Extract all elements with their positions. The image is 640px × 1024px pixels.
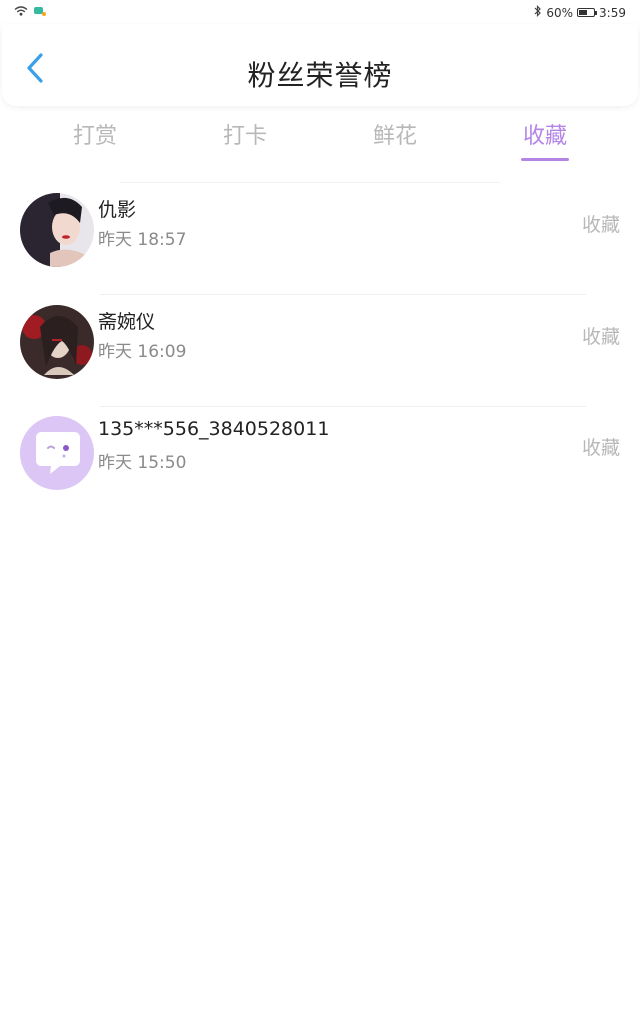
list-item[interactable]: 斋婉仪 昨天 16:09 收藏 [0, 295, 640, 407]
page-title: 粉丝荣誉榜 [247, 59, 393, 92]
status-left [14, 5, 46, 19]
status-time: 3:59 [599, 5, 626, 20]
status-bar: 60% 3:59 [0, 0, 640, 24]
status-right: 60% 3:59 [534, 5, 626, 20]
user-name: 斋婉仪 [98, 311, 156, 333]
wifi-icon [14, 5, 28, 19]
fan-honor-screen: 60% 3:59 粉丝荣誉榜 打赏 打卡 鲜花 收藏 仇影 昨天 18:57 收… [0, 0, 640, 1024]
battery-level-fill [579, 10, 588, 15]
action-label: 收藏 [581, 326, 620, 348]
notification-icon [34, 5, 46, 19]
avatar [20, 305, 94, 379]
action-label: 收藏 [581, 437, 620, 459]
user-name: 仇影 [98, 199, 137, 221]
timestamp: 昨天 15:50 [98, 453, 187, 473]
timestamp: 昨天 16:09 [98, 342, 187, 362]
battery-icon [577, 8, 598, 17]
tab-reward[interactable]: 打赏 [50, 118, 140, 166]
tab-label: 鲜花 [372, 124, 417, 149]
header: 粉丝荣誉榜 [2, 24, 638, 106]
timestamp: 昨天 18:57 [98, 230, 187, 250]
battery-percent: 60% [546, 5, 574, 20]
tab-label: 打卡 [222, 124, 267, 149]
list-item[interactable]: 仇影 昨天 18:57 收藏 [0, 183, 640, 295]
user-name: 135***556_3840528011 [98, 418, 330, 440]
tab-favorites[interactable]: 收藏 [500, 118, 590, 166]
bluetooth-icon [534, 5, 542, 20]
tab-label: 收藏 [522, 124, 567, 149]
active-tab-indicator [521, 158, 569, 161]
action-label: 收藏 [581, 214, 620, 236]
avatar [20, 416, 94, 490]
tab-checkin[interactable]: 打卡 [200, 118, 290, 166]
tab-flowers[interactable]: 鲜花 [350, 118, 440, 166]
tab-label: 打赏 [72, 124, 117, 149]
avatar [20, 193, 94, 267]
tab-bar: 打赏 打卡 鲜花 收藏 [0, 108, 640, 168]
list-item[interactable]: 135***556_3840528011 昨天 15:50 收藏 [0, 406, 640, 518]
